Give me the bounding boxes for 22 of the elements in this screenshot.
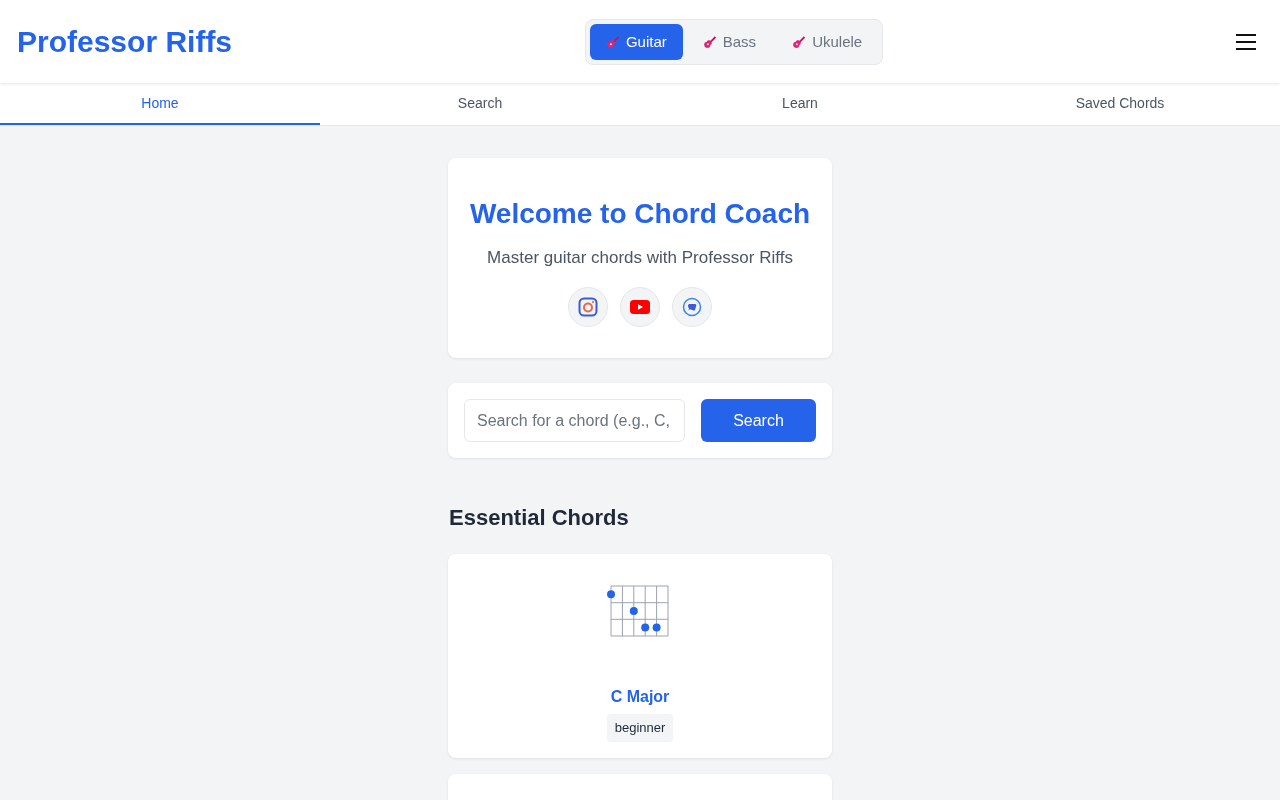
chord-card[interactable]: C Major beginner — [448, 554, 832, 758]
play-icon — [630, 300, 650, 314]
social-button[interactable] — [672, 287, 712, 327]
chat-icon — [682, 297, 702, 317]
menu-icon[interactable] — [1236, 32, 1256, 51]
social-button[interactable] — [568, 287, 608, 327]
difficulty-tag: beginner — [606, 714, 674, 742]
social-button[interactable] — [620, 287, 660, 327]
search-button[interactable]: Search — [701, 399, 816, 442]
welcome-title: Welcome to Chord Coach — [469, 197, 811, 231]
instrument-tab[interactable]: Bass — [686, 23, 773, 60]
camera-icon — [578, 297, 598, 317]
guitar-icon — [605, 34, 620, 49]
instrument-tab[interactable]: Guitar — [589, 23, 683, 60]
welcome-subtitle: Master guitar chords with Professor Riffs — [487, 247, 793, 269]
guitar-icon — [792, 34, 807, 49]
guitar-icon — [702, 34, 717, 49]
app-title: Professor Riffs — [17, 24, 233, 59]
instrument-tab[interactable]: Ukulele — [776, 23, 879, 60]
chord-name: C Major — [610, 687, 670, 707]
search-field[interactable]: Search for a chord (e.g., C, — [464, 399, 685, 442]
section-heading: Essential Chords — [449, 504, 630, 532]
